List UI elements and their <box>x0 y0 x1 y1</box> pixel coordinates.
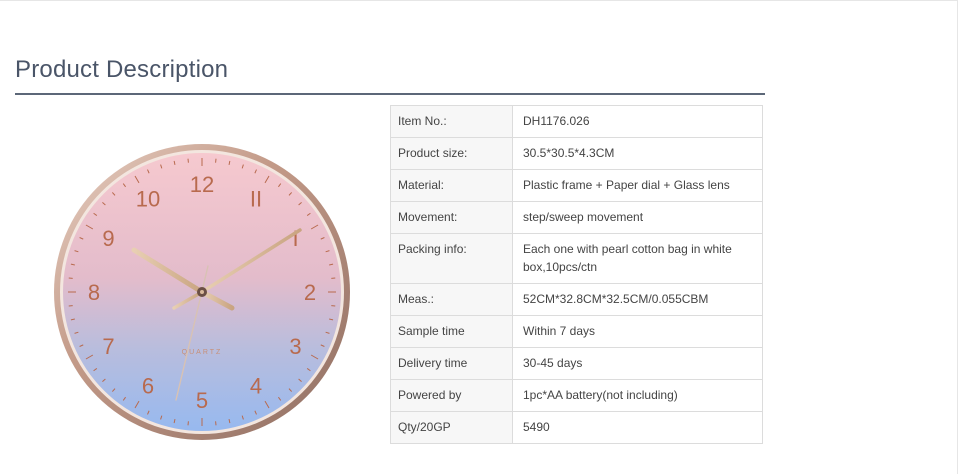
clock-numeral: 12 <box>190 172 214 197</box>
spec-row: Powered by 1pc*AA battery(not including) <box>390 379 763 412</box>
product-image: 12 II I 2 3 4 5 6 7 8 9 10 QUARTZ <box>52 142 352 442</box>
title-divider <box>15 93 765 95</box>
spec-label: Product size: <box>390 137 513 170</box>
spec-value: Within 7 days <box>512 315 763 348</box>
clock-numeral: 3 <box>289 334 301 359</box>
spec-value: DH1176.026 <box>512 105 763 138</box>
spec-value: 30-45 days <box>512 347 763 380</box>
clock-numeral: 8 <box>88 280 100 305</box>
clock-numeral: 5 <box>196 388 208 413</box>
spec-row: Meas.: 52CM*32.8CM*32.5CM/0.055CBM <box>390 283 763 316</box>
product-spec-table: Item No.: DH1176.026 Product size: 30.5*30.… <box>390 105 763 444</box>
spec-row: Movement: step/sweep movement <box>390 201 763 234</box>
spec-value: step/sweep movement <box>512 201 763 234</box>
spec-row: Delivery time 30-45 days <box>390 347 763 380</box>
spec-value: 30.5*30.5*4.3CM <box>512 137 763 170</box>
spec-label: Movement: <box>390 201 513 234</box>
clock-numeral: 4 <box>250 374 262 399</box>
spec-value: Each one with pearl cotton bag in white … <box>512 233 763 284</box>
spec-value: 5490 <box>512 411 763 444</box>
spec-row: Item No.: DH1176.026 <box>390 105 763 138</box>
spec-row: Material: Plastic frame + Paper dial + Gl… <box>390 169 763 202</box>
spec-value: 52CM*32.8CM*32.5CM/0.055CBM <box>512 283 763 316</box>
spec-label: Sample time <box>390 315 513 348</box>
clock-numeral: 6 <box>142 374 154 399</box>
spec-row: Qty/20GP 5490 <box>390 411 763 444</box>
spec-row: Sample time Within 7 days <box>390 315 763 348</box>
clock-numeral: 9 <box>102 226 114 251</box>
spec-label: Packing info: <box>390 233 513 284</box>
clock-center-pin <box>200 290 204 294</box>
spec-label: Powered by <box>390 379 513 412</box>
spec-label: Delivery time <box>390 347 513 380</box>
spec-value: Plastic frame + Paper dial + Glass lens <box>512 169 763 202</box>
spec-label: Item No.: <box>390 105 513 138</box>
spec-row: Product size: 30.5*30.5*4.3CM <box>390 137 763 170</box>
clock-numeral: 2 <box>304 280 316 305</box>
wall-clock-image: 12III2345678910 QUARTZ <box>54 144 350 440</box>
section-title: Product Description <box>15 56 229 83</box>
spec-row: Packing info: Each one with pearl cotton … <box>390 233 763 284</box>
spec-value: 1pc*AA battery(not including) <box>512 379 763 412</box>
clock-numeral: II <box>250 186 262 211</box>
clock-numeral: 10 <box>136 186 160 211</box>
spec-label: Qty/20GP <box>390 411 513 444</box>
spec-label: Material: <box>390 169 513 202</box>
spec-label: Meas.: <box>390 283 513 316</box>
clock-numeral: 7 <box>102 334 114 359</box>
